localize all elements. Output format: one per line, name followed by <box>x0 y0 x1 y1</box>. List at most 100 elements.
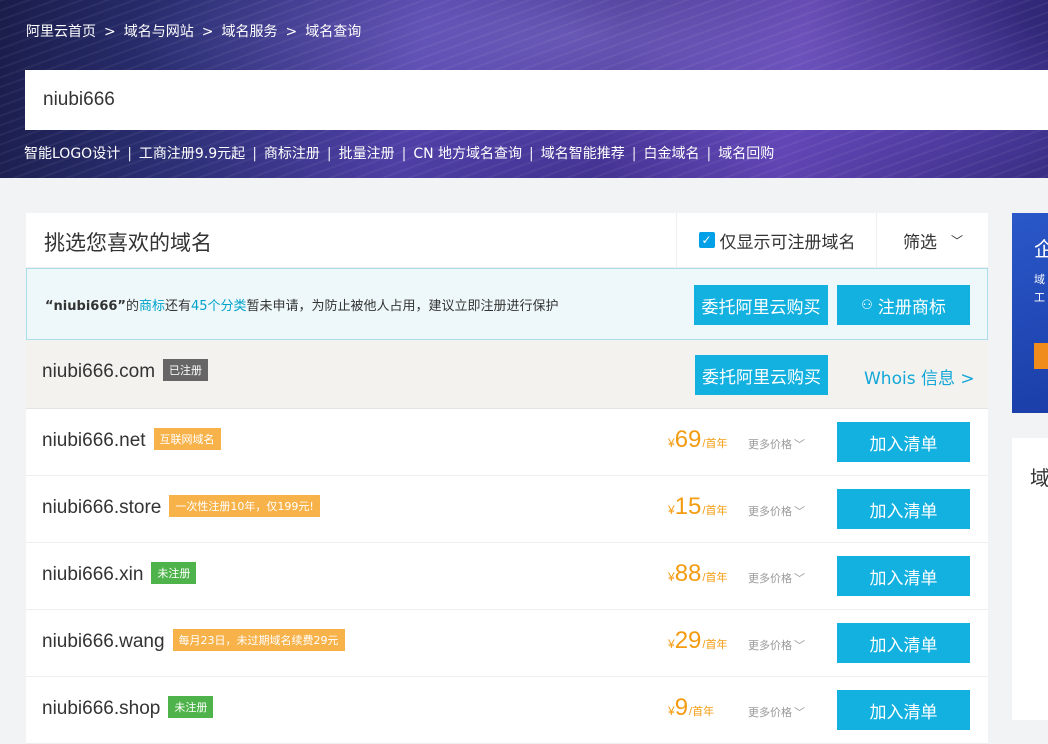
price-amount: 29 <box>674 627 702 654</box>
domain-name: niubi666.xin 未注册 <box>42 562 197 586</box>
chevron-down-icon: ﹀ <box>794 438 805 451</box>
domain-name: niubi666.wang 每月23日，未过期域名续费29元 <box>42 629 345 653</box>
notice-text: 还有 <box>164 299 191 314</box>
breadcrumb-domain-service[interactable]: 域名服务 <box>221 24 277 40</box>
side-card2-title: 域 <box>1030 466 1048 490</box>
quicklink-separator: | <box>326 146 332 162</box>
only-available-toggle[interactable]: ✓ 仅显示可注册域名 <box>676 213 877 267</box>
breadcrumb-domains-sites[interactable]: 域名与网站 <box>124 24 194 40</box>
price: ¥29/首年 <box>668 627 727 655</box>
quicklink-smart-recommend[interactable]: 域名智能推荐 <box>541 146 625 162</box>
breadcrumb-home[interactable]: 阿里云首页 <box>26 24 96 40</box>
entrust-purchase-button[interactable]: 委托阿里云购买 <box>694 285 828 325</box>
hero-banner: 阿里云首页 > 域名与网站 > 域名服务 > 域名查询 智能LOGO设计 | 工商注册9.9元起… <box>0 0 1048 178</box>
unregistered-badge: 未注册 <box>168 696 214 718</box>
trademark-name: “niubi666” <box>45 299 126 314</box>
notice-text: 的 <box>125 299 139 314</box>
domain-search-box <box>25 70 1048 130</box>
domain-name: niubi666.store 一次性注册10年，仅199元! <box>42 495 320 519</box>
price-unit: /首年 <box>702 438 728 450</box>
domain-name: niubi666.net 互联网域名 <box>42 428 221 452</box>
categories-link[interactable]: 45个分类 <box>191 299 247 314</box>
register-trademark-label: 注册商标 <box>877 297 946 318</box>
price-amount: 15 <box>674 493 702 520</box>
price: ¥69/首年 <box>668 426 727 454</box>
add-to-list-button[interactable]: 加入清单 <box>837 623 970 663</box>
domain-row: niubi666.store 一次性注册10年，仅199元! ¥15/首年 更多价… <box>26 476 988 543</box>
trademark-notice-text: “niubi666”的商标还有45个分类暂未申请，为防止被他人占用，建议立即注册… <box>45 295 559 314</box>
quick-links: 智能LOGO设计 | 工商注册9.9元起 | 商标注册 | 批量注册 | CN 地方域名查询 | 域… <box>24 143 774 163</box>
quicklink-platinum-domain[interactable]: 白金域名 <box>643 146 699 162</box>
quicklink-separator: | <box>631 146 637 162</box>
add-to-list-button[interactable]: 加入清单 <box>837 422 970 462</box>
currency-symbol: ¥ <box>668 704 675 718</box>
more-prices-toggle[interactable]: 更多价格 ﹀ <box>748 436 805 452</box>
quicklink-logo-design[interactable]: 智能LOGO设计 <box>24 146 120 162</box>
trademark-link[interactable]: 商标 <box>139 299 165 314</box>
domain-results-panel: 挑选您喜欢的域名 ✓ 仅显示可注册域名 筛选 ﹀ “niubi666”的商标还有… <box>26 213 988 744</box>
more-prices-label: 更多价格 <box>748 505 792 518</box>
more-prices-toggle[interactable]: 更多价格 ﹀ <box>748 704 805 720</box>
quicklink-cn-local[interactable]: CN 地方域名查询 <box>413 146 522 162</box>
domain-name: niubi666.com 已注册 <box>42 359 209 383</box>
quicklink-separator: | <box>401 146 407 162</box>
add-to-list-button[interactable]: 加入清单 <box>837 556 970 596</box>
whois-info-link[interactable]: Whois 信息 > <box>864 364 975 389</box>
promo-badge: 每月23日，未过期域名续费29元 <box>172 629 345 651</box>
price-amount: 88 <box>674 560 702 587</box>
add-to-list-button[interactable]: 加入清单 <box>837 690 970 730</box>
user-icon: ⚇ <box>861 297 873 313</box>
quicklink-separator: | <box>252 146 257 162</box>
quicklink-separator: | <box>127 146 132 162</box>
domain-text: niubi666.xin <box>42 564 144 586</box>
side-info-card: 域 <box>1012 438 1048 720</box>
breadcrumb-separator: > <box>201 24 214 40</box>
quicklink-bulk-register[interactable]: 批量注册 <box>339 146 395 162</box>
price-unit: /首年 <box>702 505 728 517</box>
chevron-down-icon: ﹀ <box>950 233 963 248</box>
more-prices-label: 更多价格 <box>748 706 792 719</box>
currency-symbol: ¥ <box>668 436 675 450</box>
side-card-text: 域工 <box>1034 271 1045 307</box>
chevron-down-icon: ﹀ <box>794 706 805 719</box>
currency-symbol: ¥ <box>668 570 675 584</box>
price: ¥15/首年 <box>668 493 727 521</box>
promo-badge: 互联网域名 <box>153 428 221 450</box>
notice-text: 暂未申请，为防止被他人占用，建议立即注册进行保护 <box>246 299 559 314</box>
price-unit: /首年 <box>702 639 728 651</box>
breadcrumb-domain-lookup[interactable]: 域名查询 <box>305 24 361 40</box>
add-to-list-button[interactable]: 加入清单 <box>837 489 970 529</box>
more-prices-toggle[interactable]: 更多价格 ﹀ <box>748 570 805 586</box>
domain-text: niubi666.wang <box>42 631 165 653</box>
price: ¥88/首年 <box>668 560 727 588</box>
price-unit: /首年 <box>702 572 728 584</box>
registered-domain-row: niubi666.com 已注册 委托阿里云购买 Whois 信息 > <box>26 340 988 409</box>
filter-dropdown[interactable]: 筛选 ﹀ <box>876 213 989 267</box>
domain-name: niubi666.shop 未注册 <box>42 696 214 720</box>
side-promo-card[interactable]: 企 域工 <box>1012 213 1048 413</box>
quicklink-separator: | <box>706 146 712 162</box>
checkbox-checked-icon[interactable]: ✓ <box>698 232 715 248</box>
domain-text: niubi666.shop <box>42 698 161 720</box>
quicklink-domain-buyback[interactable]: 域名回购 <box>718 146 774 162</box>
chevron-down-icon: ﹀ <box>794 505 805 518</box>
more-prices-toggle[interactable]: 更多价格 ﹀ <box>748 637 805 653</box>
side-card-line: 域 <box>1034 273 1045 286</box>
currency-symbol: ¥ <box>668 637 675 651</box>
side-card-title: 企 <box>1034 237 1048 261</box>
promo-badge: 一次性注册10年，仅199元! <box>169 495 320 517</box>
entrust-purchase-label: 委托阿里云购买 <box>702 367 821 388</box>
register-trademark-button[interactable]: ⚇ 注册商标 <box>837 285 970 325</box>
only-available-label: 仅显示可注册域名 <box>719 232 856 253</box>
filter-label: 筛选 <box>902 232 937 253</box>
quicklink-trademark[interactable]: 商标注册 <box>264 146 320 162</box>
quicklink-business-registration[interactable]: 工商注册9.9元起 <box>139 146 245 162</box>
domain-search-input[interactable] <box>25 70 943 130</box>
more-prices-label: 更多价格 <box>748 438 792 451</box>
more-prices-toggle[interactable]: 更多价格 ﹀ <box>748 503 805 519</box>
price-unit: /首年 <box>689 706 715 718</box>
side-card-button[interactable] <box>1034 343 1048 369</box>
domain-row: niubi666.shop 未注册 ¥9/首年 更多价格 ﹀ 加入清单 <box>26 677 988 744</box>
quicklink-separator: | <box>529 146 534 162</box>
entrust-purchase-button[interactable]: 委托阿里云购买 <box>695 355 828 395</box>
